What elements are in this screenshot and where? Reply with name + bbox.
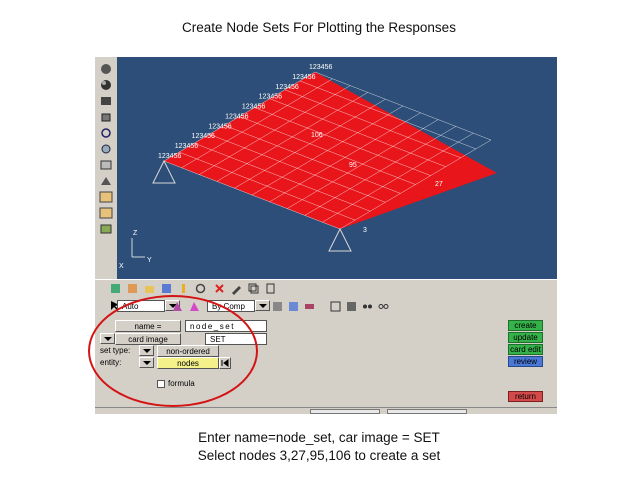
refresh-icon[interactable] — [194, 282, 207, 295]
by-comp-dropdown[interactable]: By Comp — [207, 300, 255, 312]
name-label-button[interactable]: name = — [115, 320, 181, 332]
caption-line-2: Select nodes 3,27,95,106 to create a set — [197, 448, 441, 463]
paste-icon[interactable] — [264, 282, 277, 295]
set-type-arrow[interactable] — [139, 345, 154, 356]
return-button[interactable]: return — [508, 391, 543, 402]
label-abc-icon[interactable] — [99, 191, 113, 203]
display-icon[interactable] — [126, 282, 139, 295]
hypermesh-window: 123456 123456 123456 123456 123456 123456 1234… — [95, 57, 557, 414]
node-id-3: 3 — [363, 227, 367, 234]
link-outline-icon[interactable] — [377, 300, 390, 313]
edit-icon[interactable] — [230, 282, 243, 295]
save-icon[interactable] — [160, 282, 173, 295]
node-label-123456: 123456 — [275, 84, 298, 91]
node-label-123456: 123456 — [292, 74, 315, 81]
node-label-123456: 123456 — [225, 113, 248, 120]
update-button[interactable]: update — [508, 332, 543, 343]
constraint-triangle-bottom — [328, 227, 352, 252]
node-label-123456: 123456 — [175, 143, 198, 150]
toolbar-icons — [95, 279, 557, 298]
card-image-arrow[interactable] — [100, 333, 115, 344]
status-field-2 — [387, 409, 467, 414]
reverse-icon — [221, 359, 229, 367]
color-icon[interactable] — [188, 300, 201, 313]
node-id-27: 27 — [435, 181, 443, 188]
node-label-123456: 123456 — [259, 94, 282, 101]
reverse-selection-button[interactable] — [219, 357, 231, 369]
label-abc2-icon[interactable] — [99, 207, 113, 219]
node-label-123456: 123456 — [192, 133, 215, 140]
mesh-surface — [164, 72, 497, 229]
entity-label: entity: — [100, 358, 122, 367]
card-image-input[interactable]: SET — [205, 333, 267, 345]
folder-icon[interactable] — [143, 282, 156, 295]
left-toolstrip — [95, 57, 118, 279]
status-field — [310, 409, 380, 414]
axis-x-label: X — [119, 263, 124, 270]
link-icon[interactable] — [361, 300, 374, 313]
graphics-viewport[interactable]: 123456 123456 123456 123456 123456 123456 1234… — [117, 57, 557, 279]
set-type-label: set type: — [100, 346, 131, 355]
create-button[interactable]: create — [508, 320, 543, 331]
constraint-triangle-left — [152, 159, 176, 184]
status-bar — [95, 407, 557, 414]
card-image-button[interactable]: card image — [115, 333, 181, 345]
node-label-123456: 123456 — [242, 104, 265, 111]
name-input[interactable]: node_set — [185, 320, 267, 332]
entity-selector[interactable]: nodes — [157, 357, 219, 369]
axis-z-label: Z — [133, 230, 138, 237]
fit-icon[interactable] — [99, 143, 113, 155]
view-icon[interactable] — [99, 175, 113, 187]
node-label-123456: 123456 — [158, 153, 181, 160]
shell-mesh — [163, 71, 497, 230]
mesh-plot: 123456 123456 123456 123456 123456 123456 1234… — [119, 64, 497, 270]
display-options-bar: Auto By Comp — [95, 297, 557, 317]
set-create-panel: name = node_set card image SET set type:… — [95, 317, 557, 407]
node-id-95: 95 — [349, 162, 357, 169]
box-view-icon[interactable] — [329, 300, 342, 313]
axis-y-label: Y — [147, 257, 152, 264]
set-type-toggle[interactable]: non-ordered — [157, 345, 219, 357]
node-label-123456: 123456 — [309, 64, 332, 71]
node-id-106: 106 — [311, 132, 323, 139]
sphere-icon[interactable] — [99, 63, 113, 75]
sphere-shaded-icon[interactable] — [99, 79, 113, 91]
cube-shade-icon[interactable] — [287, 300, 300, 313]
select-icon[interactable] — [109, 282, 122, 295]
shade-icon[interactable] — [171, 300, 184, 313]
slide-title: Create Node Sets For Plotting the Respon… — [182, 20, 456, 35]
card-edit-button[interactable]: card edit — [508, 344, 543, 355]
entity-arrow[interactable] — [139, 357, 154, 368]
cube-icon[interactable] — [99, 111, 113, 123]
review-button[interactable]: review — [508, 356, 543, 367]
rotate-icon[interactable] — [99, 127, 113, 139]
formula-label: formula — [168, 379, 195, 388]
node-label-123456: 123456 — [208, 123, 231, 130]
copy-icon[interactable] — [247, 282, 260, 295]
mesh-icon[interactable] — [99, 95, 113, 107]
plate-icon[interactable] — [303, 300, 316, 313]
info-icon[interactable] — [177, 282, 190, 295]
formula-checkbox[interactable] — [157, 380, 165, 388]
caption-line-1: Enter name=node_set, car image = SET — [198, 430, 440, 445]
close-icon[interactable] — [213, 282, 226, 295]
axis-triad: Z X Y — [119, 230, 152, 270]
by-comp-dropdown-arrow[interactable] — [255, 300, 270, 311]
grid-icon[interactable] — [99, 159, 113, 171]
box-solid-icon[interactable] — [345, 300, 358, 313]
paint-icon[interactable] — [99, 223, 113, 235]
auto-dropdown[interactable]: Auto — [117, 300, 165, 312]
grid-shade-icon[interactable] — [271, 300, 284, 313]
